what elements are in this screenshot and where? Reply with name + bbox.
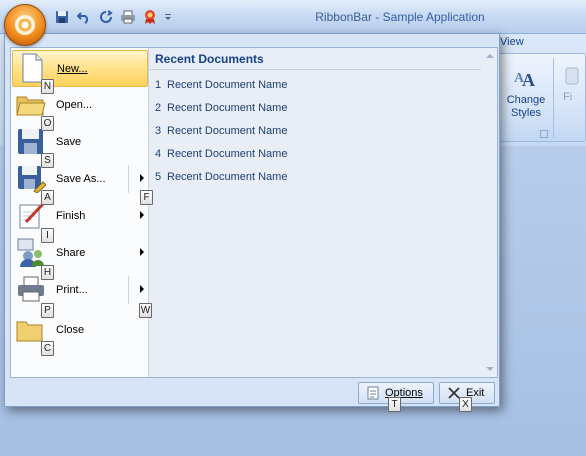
recent-document-name: Recent Document Name	[167, 102, 288, 114]
window-title-app: RibbonBar	[315, 10, 372, 24]
recent-document-number: 4	[155, 148, 162, 160]
recent-document-item[interactable]: 3 Recent Document Name	[155, 125, 287, 137]
menu-item-new-label: New...	[57, 63, 88, 75]
keytip-share: H	[41, 265, 54, 280]
keytip-open: O	[41, 116, 54, 131]
recent-documents-header: Recent Documents	[149, 48, 481, 70]
menu-item-print-label: Print...	[56, 284, 88, 296]
menu-item-open-label: Open...	[56, 99, 93, 111]
close-folder-icon	[16, 314, 46, 344]
keytip-options: T	[388, 397, 401, 412]
recent-document-item[interactable]: 4 Recent Document Name	[155, 148, 287, 160]
menu-item-save-label: Save	[56, 136, 82, 148]
title-bar: RibbonBar - Sample Application	[0, 0, 586, 34]
options-icon	[367, 386, 379, 400]
recent-document-number: 2	[155, 102, 162, 114]
menu-item-share[interactable]: Share	[12, 235, 148, 272]
window-title-separator: -	[371, 10, 383, 24]
recent-document-name: Recent Document Name	[167, 148, 288, 160]
find-icon	[565, 67, 579, 85]
split-separator	[128, 276, 129, 304]
recent-document-item[interactable]: 1 Recent Document Name	[155, 79, 287, 91]
menu-item-print[interactable]: Print...	[12, 272, 148, 309]
menu-item-open[interactable]: Open...	[12, 87, 148, 124]
keytip-close: C	[41, 341, 54, 356]
menu-commands: New... Open... Save Save As... Finish Sh…	[11, 48, 149, 377]
menu-item-new[interactable]: New...	[12, 50, 148, 87]
ribbon-award-icon[interactable]	[141, 8, 159, 26]
keytip-save-as-submenu: F	[140, 190, 153, 205]
keytip-print: P	[41, 303, 54, 318]
change-styles-icon: AA	[513, 66, 539, 90]
customize-dropdown-icon[interactable]	[163, 8, 173, 26]
group-launcher-icon[interactable]	[540, 130, 548, 138]
split-separator	[128, 165, 129, 193]
submenu-arrow-icon[interactable]	[140, 285, 144, 293]
window-title: RibbonBar - Sample Application	[250, 10, 550, 24]
application-menu: New... Open... Save Save As... Finish Sh…	[4, 33, 500, 407]
recent-document-number: 3	[155, 125, 162, 137]
recent-document-name: Recent Document Name	[167, 125, 288, 137]
print-icon[interactable]	[119, 8, 137, 26]
keytip-new: N	[41, 79, 54, 94]
keytip-finish: I	[41, 228, 54, 243]
quick-access-toolbar	[53, 7, 173, 27]
redo-icon[interactable]	[97, 8, 115, 26]
recent-documents-panel: Recent Documents 1 Recent Document Name 2…	[149, 48, 497, 377]
recent-scrollbar[interactable]	[483, 48, 497, 377]
find-label: Fi	[563, 91, 573, 103]
recent-document-number: 1	[155, 79, 162, 91]
tab-view[interactable]: View	[500, 36, 524, 48]
menu-item-finish[interactable]: Finish	[12, 198, 148, 235]
find-button[interactable]: Fi	[563, 66, 586, 103]
group-separator	[553, 58, 554, 138]
recent-document-name: Recent Document Name	[167, 171, 288, 183]
submenu-arrow-icon[interactable]	[140, 174, 144, 182]
recent-document-item[interactable]: 5 Recent Document Name	[155, 171, 287, 183]
recent-document-name: Recent Document Name	[167, 79, 288, 91]
submenu-arrow-icon[interactable]	[140, 248, 144, 256]
scroll-down-icon[interactable]	[486, 367, 494, 371]
menu-item-save-as[interactable]: Save As...	[12, 161, 148, 198]
menu-item-finish-label: Finish	[56, 210, 86, 222]
submenu-arrow-icon[interactable]	[140, 211, 144, 219]
recent-document-number: 5	[155, 171, 162, 183]
recent-document-item[interactable]: 2 Recent Document Name	[155, 102, 287, 114]
menu-item-save[interactable]: Save	[12, 124, 148, 161]
undo-icon[interactable]	[75, 8, 93, 26]
application-menu-panel: New... Open... Save Save As... Finish Sh…	[10, 47, 498, 378]
menu-item-close[interactable]: Close	[12, 312, 148, 349]
menu-item-share-label: Share	[56, 247, 86, 259]
change-styles-label-line1: Change	[506, 94, 546, 106]
keytip-exit: X	[459, 397, 472, 412]
keytip-print-submenu: W	[139, 303, 152, 318]
application-menu-button[interactable]	[4, 4, 46, 46]
menu-item-close-label: Close	[56, 324, 85, 336]
change-styles-button[interactable]: AA Change Styles	[503, 66, 549, 120]
keytip-save-as: A	[41, 190, 54, 205]
svg-text:A: A	[522, 70, 535, 90]
save-icon[interactable]	[53, 8, 71, 26]
window-title-document: Sample Application	[382, 10, 485, 24]
change-styles-label-line2: Styles	[511, 107, 541, 119]
menu-item-save-as-label: Save As...	[56, 173, 106, 185]
keytip-save: S	[41, 153, 54, 168]
scroll-up-icon[interactable]	[486, 54, 494, 58]
